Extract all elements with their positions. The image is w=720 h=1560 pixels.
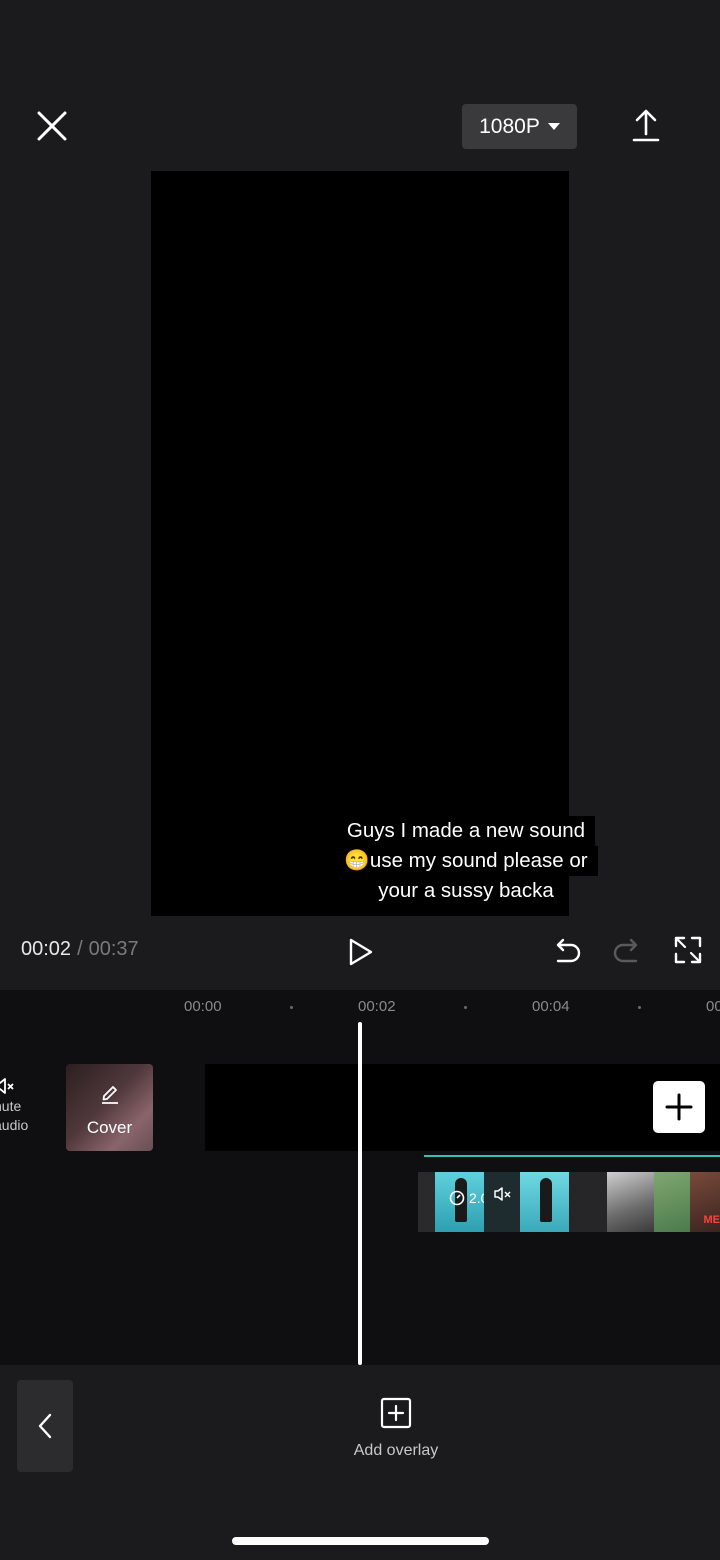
close-icon[interactable] — [32, 106, 72, 146]
mute-label-line-1: nute — [0, 1098, 22, 1114]
undo-icon[interactable] — [552, 936, 582, 968]
add-overlay-icon[interactable] — [380, 1397, 412, 1429]
current-time: 00:02 — [21, 938, 72, 960]
cover-label: Cover — [86, 1118, 133, 1137]
plus-icon — [665, 1093, 693, 1121]
meme-text: ME — [703, 1214, 720, 1226]
clip-frame — [569, 1172, 607, 1232]
resolution-label: 1080P — [479, 114, 540, 138]
add-clip-button[interactable] — [653, 1081, 705, 1133]
overlay-track-indicator — [424, 1155, 720, 1157]
playhead[interactable] — [358, 1022, 362, 1365]
top-bar — [0, 0, 720, 170]
clip-frame — [653, 1172, 690, 1232]
total-time: 00:37 — [88, 938, 139, 960]
tick-dot — [638, 1006, 641, 1009]
chevron-left-icon — [38, 1413, 52, 1439]
speed-value: 2.0x — [468, 1190, 484, 1206]
cover-button[interactable]: Cover — [66, 1064, 153, 1151]
figure-thumbnail — [539, 1178, 552, 1222]
timeline-tick-2: 00:04 — [532, 998, 570, 1015]
mute-label-line-2: audio — [0, 1117, 29, 1133]
caret-down-icon — [547, 123, 560, 130]
tick-dot — [290, 1006, 293, 1009]
bottom-toolbar — [0, 1365, 720, 1560]
fullscreen-icon[interactable] — [674, 936, 702, 964]
edit-pencil-icon — [102, 1086, 118, 1104]
clip-frame — [519, 1172, 569, 1232]
add-overlay-label[interactable]: Add overlay — [330, 1442, 462, 1460]
timeline-tick-1: 00:02 — [358, 998, 396, 1015]
clip-frame: 2.0x — [434, 1172, 485, 1232]
video-preview[interactable] — [151, 171, 569, 916]
clip-frame: ME — [689, 1172, 720, 1232]
clip-frame — [606, 1172, 654, 1232]
time-separator: / — [77, 938, 83, 960]
caption-overlay[interactable]: Guys I made a new sound 😁use my sound pl… — [316, 816, 616, 906]
overlay-clip[interactable]: 2.0x ME — [418, 1172, 720, 1232]
timeline-tick-3: 00 — [706, 998, 720, 1015]
clip-mute-icon — [494, 1187, 511, 1201]
clip-frame — [418, 1172, 435, 1232]
redo-icon[interactable] — [612, 936, 642, 968]
mute-audio-button[interactable]: nute audio — [0, 1075, 54, 1135]
back-button[interactable] — [17, 1380, 73, 1472]
timeline-tick-0: 00:00 — [184, 998, 222, 1015]
speed-icon — [449, 1190, 465, 1206]
speed-badge: 2.0x — [449, 1190, 484, 1206]
caption-line-1: Guys I made a new sound — [336, 816, 596, 846]
time-display: 00:02/00:37 — [21, 938, 139, 961]
caption-line-3: your a sussy backa — [368, 876, 564, 906]
caption-line-2: 😁use my sound please or — [334, 846, 598, 876]
tick-dot — [464, 1006, 467, 1009]
play-icon[interactable] — [344, 936, 376, 968]
export-icon[interactable] — [626, 106, 666, 146]
main-video-track[interactable] — [205, 1064, 720, 1151]
home-indicator[interactable] — [232, 1537, 489, 1545]
mute-icon — [0, 1078, 14, 1094]
resolution-dropdown[interactable]: 1080P — [462, 104, 577, 149]
clip-frame — [484, 1172, 520, 1232]
